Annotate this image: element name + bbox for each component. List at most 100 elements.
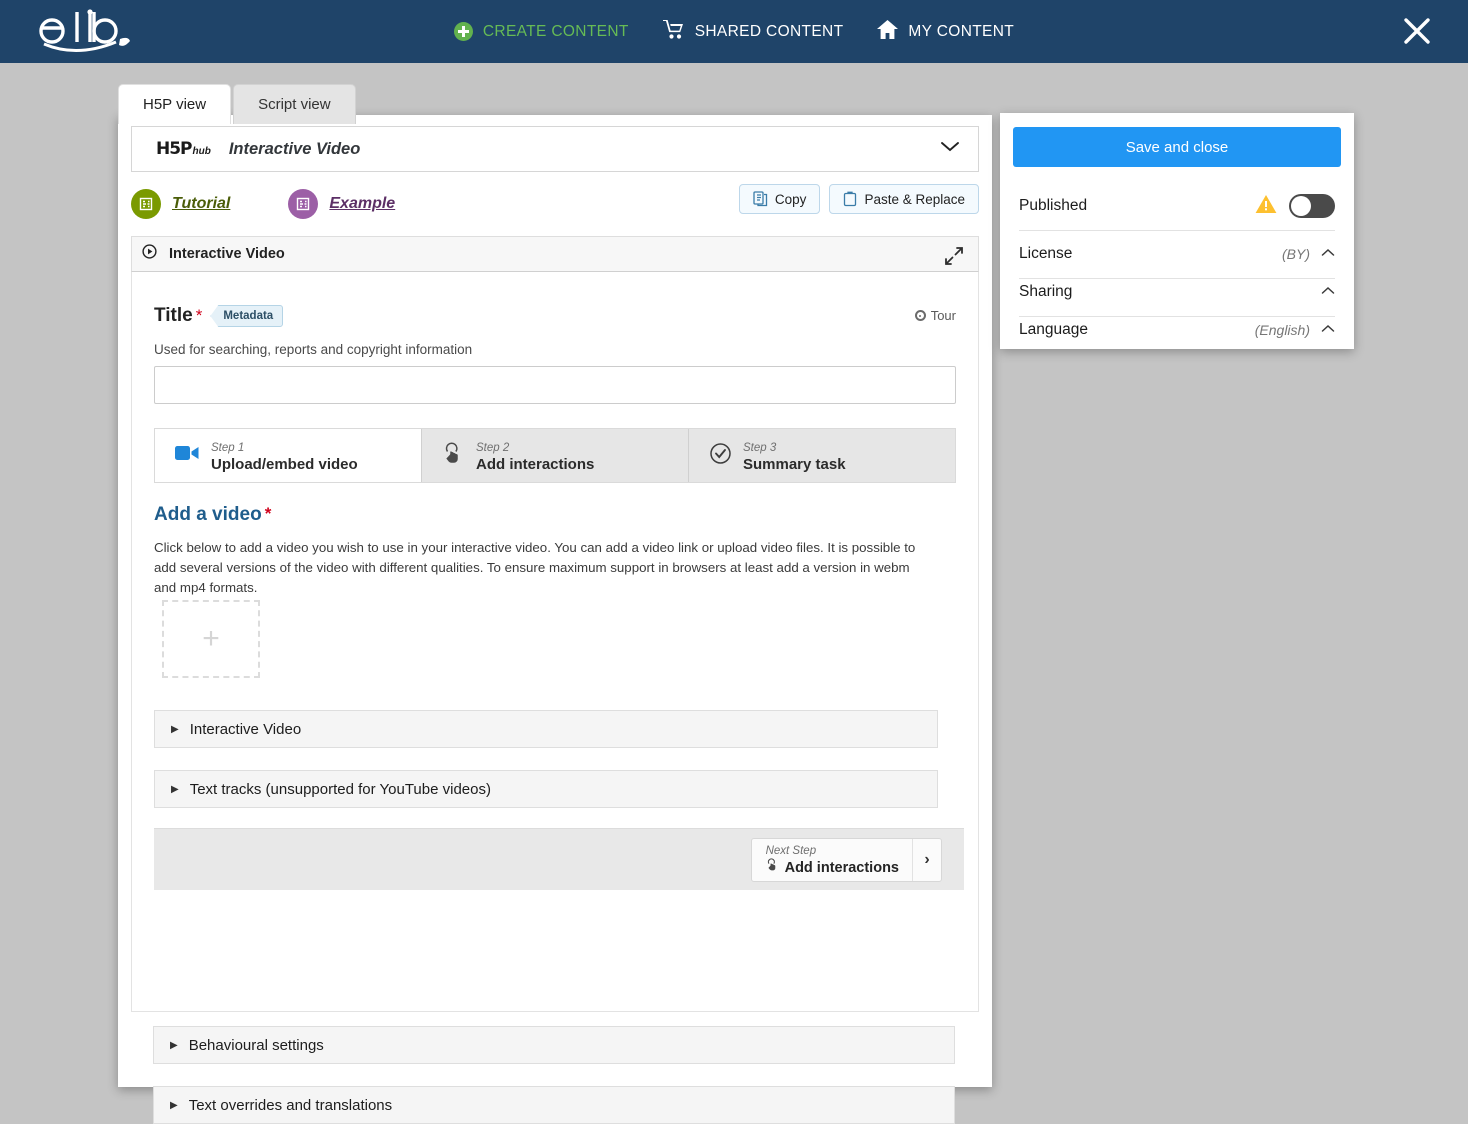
chevron-down-icon[interactable] — [940, 140, 960, 158]
tab-h5p-view-label: H5P view — [143, 96, 207, 113]
tour-label: Tour — [930, 308, 956, 323]
published-controls — [1255, 194, 1335, 219]
accordion-text-tracks[interactable]: ▶ Text tracks (unsupported for YouTube v… — [154, 770, 938, 808]
accordion-behavioural-settings-label: Behavioural settings — [188, 1036, 324, 1054]
accordion-behavioural-settings[interactable]: ▶ Behavioural settings — [153, 1026, 955, 1064]
h5p-logo-sub: hub — [192, 146, 211, 157]
editor-body: Title * Metadata Tour Used for searching… — [131, 272, 979, 1012]
plus-icon: + — [202, 622, 220, 655]
paste-icon — [843, 191, 857, 207]
language-value: (English) — [1254, 322, 1310, 338]
nav-my-content[interactable]: MY CONTENT — [877, 19, 1015, 44]
caret-right-icon: ▶ — [171, 783, 179, 795]
accordion-text-overrides-label: Text overrides and translations — [188, 1096, 393, 1114]
add-video-heading-text: Add a video — [154, 504, 262, 525]
tour-button[interactable]: Tour — [914, 308, 956, 323]
clipboard-buttons: Copy Paste & Replace — [738, 184, 979, 214]
next-step-button[interactable]: Next Step Add interactions › — [750, 838, 942, 882]
step-2-add-interactions[interactable]: Step 2 Add interactions — [422, 429, 689, 482]
tab-script-view[interactable]: Script view — [233, 84, 356, 124]
language-controls: (English) — [1255, 322, 1335, 338]
h5p-logo-mark: H5P — [156, 139, 193, 159]
caret-right-icon: ▶ — [170, 1099, 178, 1111]
accordion-text-overrides[interactable]: ▶ Text overrides and translations — [153, 1086, 955, 1124]
language-row[interactable]: Language (English) — [1019, 306, 1335, 354]
tab-script-view-label: Script view — [258, 96, 331, 113]
title-label: Title — [154, 305, 193, 326]
license-label: License — [1019, 245, 1073, 262]
language-label: Language — [1019, 321, 1088, 338]
next-step-action: Add interactions — [766, 858, 899, 878]
toggle-knob — [1291, 196, 1311, 216]
step-2-name: Add interactions — [476, 455, 595, 473]
settings-panel: Save and close Published License (BY) Sh… — [1000, 113, 1354, 349]
title-help-text: Used for searching, reports and copyrigh… — [154, 342, 473, 357]
license-controls: (BY) — [1282, 246, 1335, 262]
close-icon[interactable] — [1399, 13, 1435, 49]
wizard-steps: Step 1 Upload/embed video Step 2 Add int… — [154, 428, 956, 483]
step-1-upload-embed-video[interactable]: Step 1 Upload/embed video — [155, 429, 422, 482]
next-step-caption: Next Step — [765, 845, 817, 857]
copy-icon — [753, 191, 768, 207]
editor-header-bar: Interactive Video — [131, 236, 979, 272]
caret-right-icon: ▶ — [170, 1039, 178, 1051]
sharing-label: Sharing — [1019, 283, 1073, 300]
chevron-up-icon[interactable] — [1321, 248, 1335, 260]
chevron-up-icon[interactable] — [1321, 324, 1335, 336]
h5p-hub-logo: H5P hub — [156, 139, 211, 159]
copy-button[interactable]: Copy — [738, 184, 821, 214]
shopping-cart-icon — [662, 19, 685, 44]
tutorial-badge-icon — [131, 189, 161, 219]
editor-header-title: Interactive Video — [169, 246, 285, 262]
license-value: (BY) — [1282, 246, 1310, 262]
step-2-number: Step 2 — [476, 441, 510, 454]
tour-icon — [914, 310, 926, 321]
check-circle-icon — [709, 442, 732, 470]
tutorial-link[interactable]: Tutorial — [131, 189, 230, 219]
example-link-label: Example — [329, 195, 396, 212]
next-step-action-label: Add interactions — [784, 859, 899, 876]
nav-my-content-label: MY CONTENT — [908, 22, 1015, 40]
video-dropzone[interactable]: + — [162, 600, 260, 678]
copy-button-label: Copy — [774, 191, 807, 207]
warning-triangle-icon — [1255, 194, 1277, 219]
step-3-name: Summary task — [743, 455, 846, 473]
save-and-close-button[interactable]: Save and close — [1013, 127, 1341, 167]
hand-pointer-icon — [442, 442, 465, 470]
plus-circle-icon — [453, 22, 473, 41]
h5p-editor-inner: H5P hub Interactive Video Tutorial Examp… — [131, 126, 979, 1124]
title-input[interactable] — [154, 366, 956, 404]
paste-replace-button-label: Paste & Replace — [864, 191, 965, 207]
hand-pointer-small-icon — [766, 858, 779, 878]
top-navigation-bar: CREATE CONTENT SHARED CONTENT MY CONTENT — [0, 0, 1468, 63]
h5p-content-type-name: Interactive Video — [228, 139, 361, 158]
h5p-hub-selector[interactable]: H5P hub Interactive Video — [131, 126, 979, 172]
accordion-interactive-video-label: Interactive Video — [189, 720, 302, 738]
step-3-text: Step 3 Summary task — [743, 438, 846, 474]
video-camera-icon — [175, 444, 200, 467]
page-body: H5P view Script view H5P hub Interactive… — [0, 63, 1468, 1124]
sharing-controls — [1310, 286, 1335, 298]
published-toggle[interactable] — [1289, 194, 1335, 218]
accordion-interactive-video[interactable]: ▶ Interactive Video — [154, 710, 938, 748]
metadata-button[interactable]: Metadata — [210, 305, 284, 327]
step-3-summary-task[interactable]: Step 3 Summary task — [689, 429, 955, 482]
nav-shared-content-label: SHARED CONTENT — [694, 22, 844, 40]
add-video-required-marker: * — [264, 504, 272, 523]
view-tabs: H5P view Script view — [118, 84, 358, 124]
caret-right-icon: ▶ — [171, 723, 179, 735]
step-1-text: Step 1 Upload/embed video — [211, 438, 358, 474]
play-circle-icon — [142, 244, 157, 264]
published-row: Published — [1019, 182, 1335, 230]
expand-arrows-icon[interactable] — [944, 246, 964, 271]
add-video-heading: Add a video * — [154, 504, 271, 526]
nav-create-content[interactable]: CREATE CONTENT — [453, 22, 629, 41]
home-icon — [877, 19, 899, 44]
example-link[interactable]: Example — [288, 189, 395, 219]
chevron-up-icon[interactable] — [1321, 286, 1335, 298]
title-label-row: Title * Metadata — [154, 305, 284, 327]
title-required-marker: * — [195, 306, 203, 325]
paste-replace-button[interactable]: Paste & Replace — [829, 184, 979, 214]
tab-h5p-view[interactable]: H5P view — [118, 84, 232, 124]
nav-shared-content[interactable]: SHARED CONTENT — [662, 19, 844, 44]
